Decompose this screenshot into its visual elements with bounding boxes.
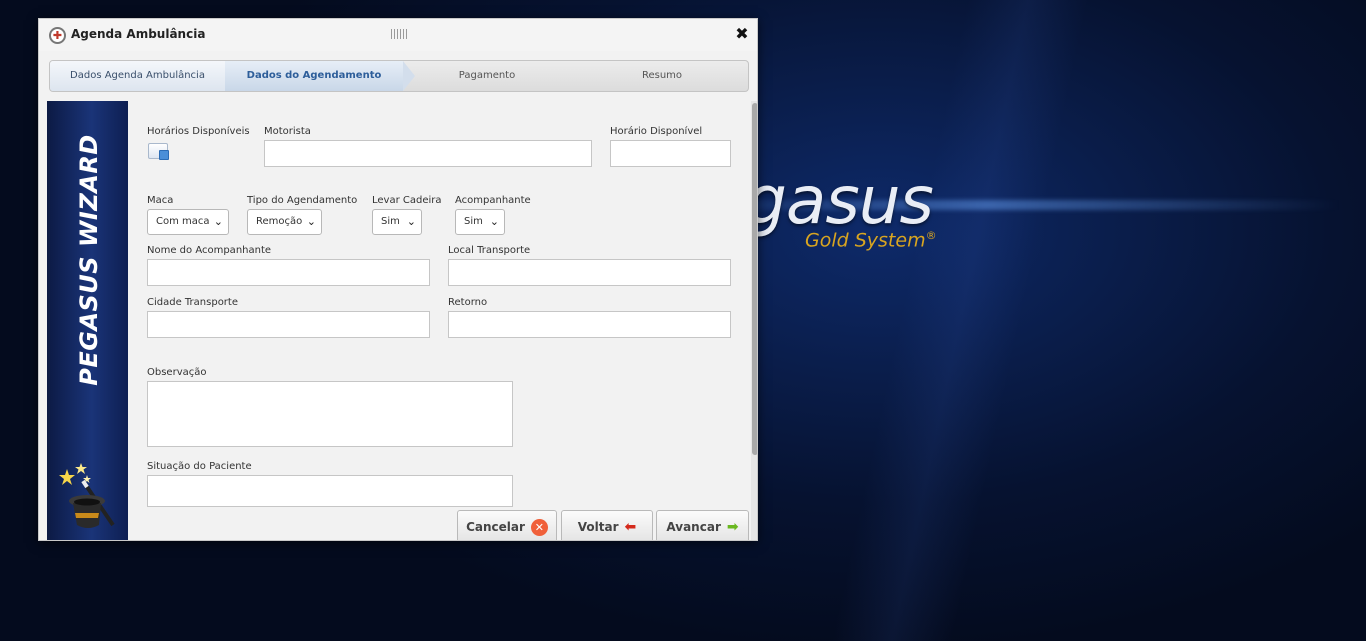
dialog-scrollbar[interactable] xyxy=(751,101,757,540)
tipo-agendamento-select-value: Remoção xyxy=(256,216,303,227)
dialog-titlebar[interactable]: ✚ Agenda Ambulância ✖ xyxy=(39,19,757,51)
pegasus-logo-text: gasus xyxy=(745,162,934,239)
pegasus-wizard-banner: PEGASUS WIZARD xyxy=(47,101,128,540)
step-resumo[interactable]: Resumo xyxy=(577,61,747,91)
acompanhante-label: Acompanhante xyxy=(455,195,531,206)
pegasus-logo-subtitle: Gold System® xyxy=(805,229,937,252)
local-transporte-label: Local Transporte xyxy=(448,245,531,256)
close-icon[interactable]: ✖ xyxy=(733,24,751,44)
drag-handle-icon[interactable] xyxy=(391,29,407,39)
local-transporte-input[interactable] xyxy=(448,259,731,286)
chevron-down-icon: ⌄ xyxy=(489,215,499,228)
dialog-title: Agenda Ambulância xyxy=(71,27,206,41)
horarios-disponiveis-label: Horários Disponíveis xyxy=(147,126,250,137)
horario-disponivel-label: Horário Disponível xyxy=(610,126,703,137)
levar-cadeira-select[interactable]: Sim ⌄ xyxy=(372,209,422,235)
back-button-label: Voltar xyxy=(577,520,619,534)
step-pagamento[interactable]: Pagamento xyxy=(403,61,571,91)
scrollbar-thumb[interactable] xyxy=(752,103,757,455)
wizard-steps: Dados Agenda Ambulância Dados do Agendam… xyxy=(49,60,749,92)
next-button-label: Avancar xyxy=(666,520,721,534)
situacao-paciente-label: Situação do Paciente xyxy=(147,461,252,472)
observacao-textarea[interactable] xyxy=(147,381,513,447)
retorno-label: Retorno xyxy=(448,297,488,308)
situacao-paciente-textarea[interactable] xyxy=(147,475,513,507)
acompanhante-select[interactable]: Sim ⌄ xyxy=(455,209,505,235)
nome-acompanhante-label: Nome do Acompanhante xyxy=(147,245,272,256)
back-button[interactable]: Voltar ⬅ xyxy=(561,510,653,540)
next-button[interactable]: Avancar ➡ xyxy=(656,510,749,540)
maca-select[interactable]: Com maca ⌄ xyxy=(147,209,229,235)
horario-disponivel-input[interactable] xyxy=(610,140,731,167)
maca-label: Maca xyxy=(147,195,174,206)
motorista-input[interactable] xyxy=(264,140,592,167)
tipo-agendamento-label: Tipo do Agendamento xyxy=(247,195,358,206)
chevron-down-icon: ⌄ xyxy=(406,215,416,228)
step-dados-agenda-ambulancia[interactable]: Dados Agenda Ambulância xyxy=(50,61,225,91)
retorno-input[interactable] xyxy=(448,311,731,338)
levar-cadeira-select-value: Sim xyxy=(381,216,400,227)
pegasus-wizard-label: PEGASUS WIZARD xyxy=(75,134,103,386)
cancel-button-label: Cancelar xyxy=(466,520,525,534)
background-light-streak xyxy=(831,0,1089,641)
observacao-label: Observação xyxy=(147,367,207,378)
levar-cadeira-label: Levar Cadeira xyxy=(372,195,442,206)
acompanhante-select-value: Sim xyxy=(464,216,483,227)
cancel-x-icon: ✕ xyxy=(530,518,548,536)
chevron-down-icon: ⌄ xyxy=(213,215,223,228)
cidade-transporte-label: Cidade Transporte xyxy=(147,297,238,308)
calendar-search-icon[interactable] xyxy=(148,143,169,160)
step-dados-do-agendamento[interactable]: Dados do Agendamento xyxy=(225,61,415,91)
motorista-label: Motorista xyxy=(264,126,311,137)
ambulance-icon: ✚ xyxy=(49,27,66,44)
chevron-down-icon: ⌄ xyxy=(306,215,316,228)
agenda-ambulancia-dialog: ✚ Agenda Ambulância ✖ Dados Agenda Ambul… xyxy=(38,18,758,541)
arrow-left-icon: ⬅ xyxy=(624,519,637,535)
tipo-agendamento-select[interactable]: Remoção ⌄ xyxy=(247,209,322,235)
maca-select-value: Com maca xyxy=(156,216,210,227)
cancel-button[interactable]: Cancelar ✕ xyxy=(457,510,557,540)
arrow-right-icon: ➡ xyxy=(726,519,739,535)
cidade-transporte-input[interactable] xyxy=(147,311,430,338)
magic-hat-icon xyxy=(59,463,115,528)
nome-acompanhante-input[interactable] xyxy=(147,259,430,286)
